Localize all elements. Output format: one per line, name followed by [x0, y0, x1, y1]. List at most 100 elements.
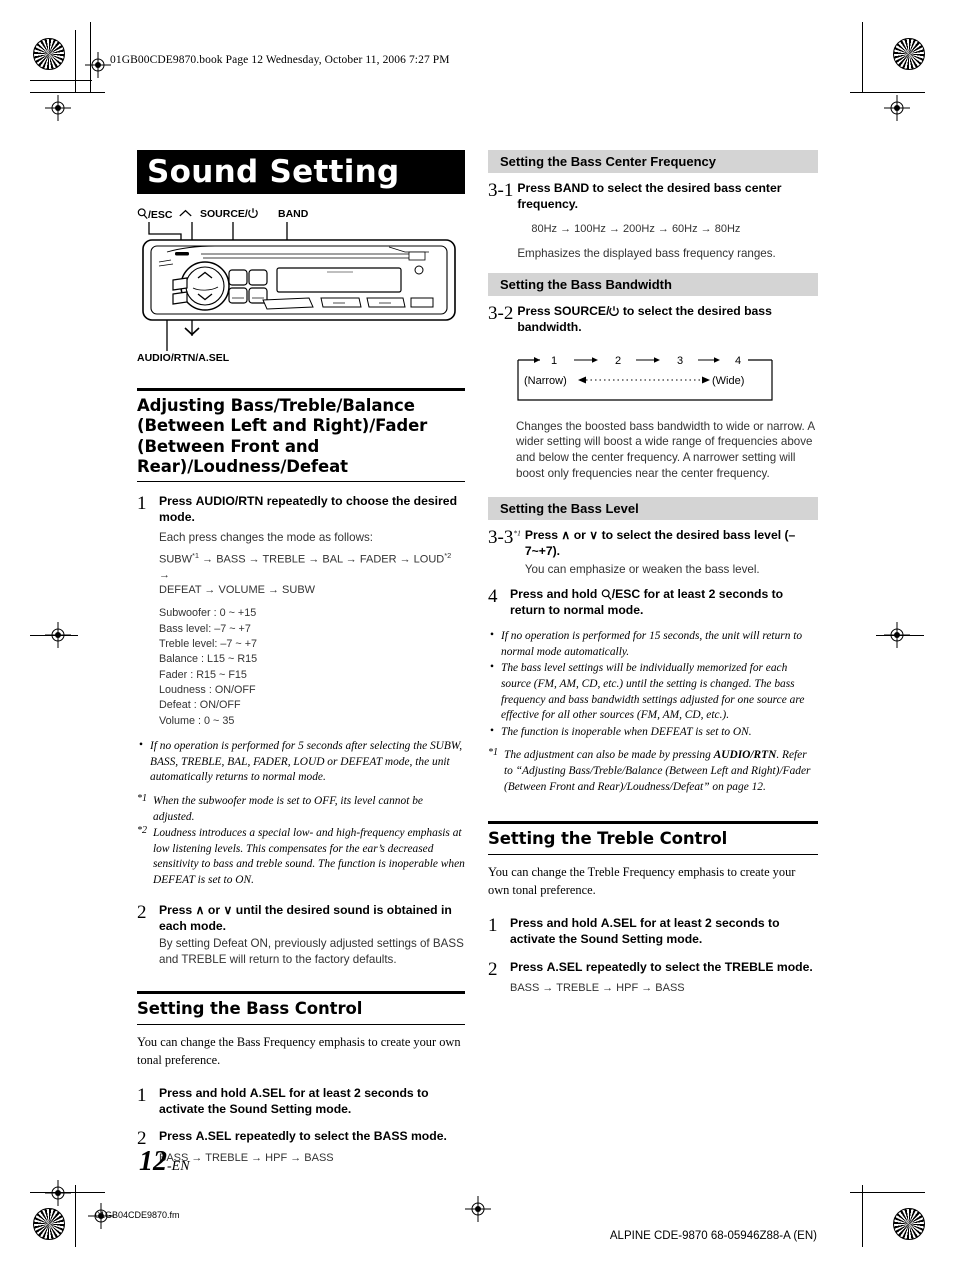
- step-title: Press SOURCE/ to select the desired bass…: [517, 304, 818, 336]
- page-number-value: 12: [139, 1146, 167, 1177]
- button-name-a-sel: A.SEL: [249, 1085, 286, 1100]
- mode-flow-line-1: SUBW*1 → BASS → TREBLE → BAL → FADER → L…: [159, 551, 452, 581]
- step-title: Press ∧ or ∨ until the desired sound is …: [159, 902, 452, 933]
- svg-text:2: 2: [615, 355, 621, 367]
- step-number: 3-2: [488, 302, 514, 324]
- param-row: Fader : R15 ~ F15: [159, 668, 247, 681]
- step-bass-control-1: 1 Press and hold A.SEL for at least 2 se…: [137, 1084, 465, 1118]
- mode-flow-list: SUBW*1 → BASS → TREBLE → BAL → FADER → L…: [159, 551, 465, 597]
- step-text-post: repeatedly to select the BASS mode.: [231, 1129, 447, 1144]
- left-column: Sound Setting /ESC SOURCE/ BAND AUDIO/RT…: [137, 150, 465, 1166]
- step-adjusting-2: 2 Press ∧ or ∨ until the desired sound i…: [137, 901, 465, 968]
- note-item: If no operation is performed for 15 seco…: [488, 628, 818, 660]
- param-row: Bass level: –7 ~ +7: [159, 622, 251, 635]
- step-number: 2: [137, 901, 147, 923]
- mode-flow-bass: BASS → TREBLE → HPF → BASS: [159, 1152, 334, 1165]
- step-number: 1: [488, 914, 498, 936]
- section-heading-bass-control: Setting the Bass Control: [137, 991, 465, 1025]
- step-treble-control-1: 1 Press and hold A.SEL for at least 2 se…: [488, 914, 818, 948]
- param-row: Defeat : ON/OFF: [159, 699, 241, 712]
- note-list-adjusting: If no operation is performed for 5 secon…: [137, 738, 465, 786]
- button-name-band: BAND: [553, 181, 590, 195]
- svg-text:(Narrow): (Narrow): [524, 375, 567, 387]
- footnote-text: The adjustment can also be made by press…: [504, 749, 810, 792]
- step-title: Press A.SEL repeatedly to select the TRE…: [510, 960, 818, 976]
- button-name-a-sel: A.SEL: [600, 915, 637, 930]
- step-number: 3-1: [488, 180, 514, 201]
- step-number: 4: [488, 586, 498, 608]
- step-adjusting-1: 1 Press AUDIO/RTN repeatedly to choose t…: [137, 494, 465, 729]
- button-name-audio-rtn: AUDIO/RTN: [713, 749, 777, 762]
- step-note: By setting Defeat ON, previously adjuste…: [159, 937, 464, 966]
- step-number: 1: [137, 493, 147, 515]
- magnifier-icon: [601, 589, 612, 601]
- step-title: Press ∧ or ∨ to select the desired bass …: [524, 528, 796, 559]
- footnote-text: When the subwoofer mode is set to OFF, i…: [153, 794, 423, 823]
- step-note: Emphasizes the displayed bass frequency …: [517, 246, 776, 260]
- mode-flow-line-2: DEFEAT → VOLUME → SUBW: [159, 583, 316, 596]
- step-number: 1: [137, 1084, 147, 1106]
- svg-text:1: 1: [551, 355, 557, 367]
- button-name-audio-rtn: AUDIO/RTN: [195, 494, 264, 509]
- step-title: Press AUDIO/RTN repeatedly to choose the…: [159, 494, 465, 526]
- step-bass-level-4: 4 Press and hold /ESC for at least 2 sec…: [488, 587, 818, 619]
- head-unit-drawing: [142, 222, 456, 351]
- step-text-pre: Press and hold: [510, 915, 601, 930]
- button-name-a-sel: A.SEL: [195, 1129, 232, 1144]
- step-title: Press BAND to select the desired bass ce…: [517, 181, 818, 213]
- footer-imprint: ALPINE CDE-9870 68-05946Z88-A (EN): [609, 1230, 817, 1242]
- step-note: Each press changes the mode as follows:: [159, 530, 373, 544]
- step-treble-control-2: 2 Press A.SEL repeatedly to select the T…: [488, 958, 818, 997]
- step-title: Press and hold A.SEL for at least 2 seco…: [510, 916, 818, 948]
- param-row: Balance : L15 ~ R15: [159, 653, 258, 666]
- head-unit-figure: /ESC SOURCE/ BAND AUDIO/RTN/A.SEL: [137, 208, 465, 368]
- footnote-row: *2 Loudness introduces a special low- an…: [137, 825, 465, 889]
- footnote-text-pre: The adjustment can also be made by press…: [504, 749, 714, 762]
- button-name-a-sel: A.SEL: [546, 959, 583, 974]
- footnote-ref: *1: [513, 528, 521, 538]
- page-number-suffix: -EN: [167, 1159, 190, 1174]
- step-text-pre: Press and hold: [159, 1085, 250, 1100]
- step-bass-level-3: 3-3*1 Press ∧ or ∨ to select the desired…: [488, 528, 818, 577]
- svg-text:4: 4: [735, 355, 741, 367]
- footnote-block-adjusting: *1 When the subwoofer mode is set to OFF…: [137, 792, 465, 889]
- svg-text:(Wide): (Wide): [712, 375, 744, 387]
- section-heading-adjusting: Adjusting Bass/Treble/Balance (Between L…: [137, 388, 465, 483]
- step-title: Press A.SEL repeatedly to select the BAS…: [159, 1129, 465, 1145]
- step-text-pre: Press: [510, 959, 547, 974]
- page-number: 12-EN: [139, 1146, 190, 1178]
- bandwidth-diagram: 1 2 3 4 (Narrow) (Wide): [516, 354, 774, 407]
- figure-label-audio: AUDIO/RTN/A.SEL: [137, 352, 230, 364]
- step-number: 2: [488, 958, 498, 980]
- step-number: 3-3*1: [488, 528, 521, 577]
- footnote-row: *1 When the subwoofer mode is set to OFF…: [137, 792, 465, 825]
- intro-treble-control: You can change the Treble Frequency emph…: [488, 864, 796, 898]
- power-icon: [609, 306, 620, 317]
- svg-text:3: 3: [677, 355, 683, 367]
- param-row: Treble level: –7 ~ +7: [159, 638, 258, 651]
- step-note: You can emphasize or weaken the bass lev…: [524, 562, 760, 576]
- step-title: Press and hold A.SEL for at least 2 seco…: [159, 1086, 465, 1118]
- footnote-row: *1 The adjustment can also be made by pr…: [488, 747, 818, 795]
- page-canvas: Sound Setting /ESC SOURCE/ BAND AUDIO/RT…: [0, 0, 954, 1278]
- bandwidth-description: Changes the boosted bass bandwidth to wi…: [516, 419, 815, 480]
- step-text-pre: Press and hold: [510, 587, 601, 602]
- step-text-pre: Press: [517, 303, 554, 318]
- section-heading-treble-control: Setting the Treble Control: [488, 821, 818, 855]
- page-title: Sound Setting: [137, 150, 465, 194]
- right-column: Setting the Bass Center Frequency 3-1 Pr…: [488, 150, 818, 996]
- footnote-mark: *1: [137, 792, 147, 804]
- note-list-bass-level: If no operation is performed for 15 seco…: [488, 628, 818, 740]
- footnote-text: Loudness introduces a special low- and h…: [153, 827, 465, 887]
- step-title: Press and hold /ESC for at least 2 secon…: [510, 587, 818, 619]
- param-row: Volume : 0 ~ 35: [159, 714, 235, 727]
- step-bass-center-frequency: 3-1 Press BAND to select the desired bas…: [488, 181, 818, 261]
- footnote-mark: *1: [488, 747, 498, 759]
- footer-filename: 01GB04CDE9870.fm: [95, 1210, 180, 1220]
- subheading-bass-level: Setting the Bass Level: [488, 497, 818, 521]
- subheading-bass-bandwidth: Setting the Bass Bandwidth: [488, 272, 818, 296]
- button-name-source: SOURCE/: [553, 303, 610, 318]
- step-text-pre: Press: [159, 494, 196, 509]
- mode-flow-treble: BASS → TREBLE → HPF → BASS: [510, 982, 685, 995]
- step-text-pre: Press: [517, 181, 554, 195]
